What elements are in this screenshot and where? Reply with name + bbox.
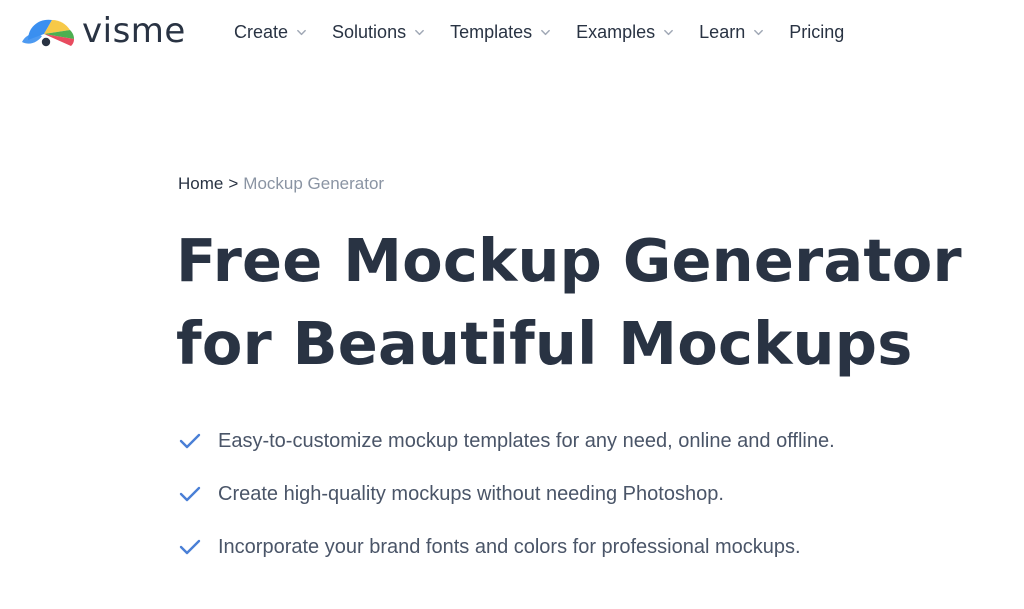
nav-solutions-label: Solutions [332, 22, 407, 42]
site-header: visme Create Solutions Templates Example… [0, 0, 1024, 64]
feature-text: Create high-quality mockups without need… [218, 483, 724, 505]
breadcrumb-home-link[interactable]: Home [178, 173, 223, 195]
nav-pricing[interactable]: Pricing [789, 20, 844, 44]
feature-item: Create high-quality mockups without need… [178, 479, 835, 509]
nav-learn[interactable]: Learn [699, 20, 764, 44]
nav-templates[interactable]: Templates [450, 20, 551, 44]
nav-templates-label: Templates [450, 22, 533, 42]
check-icon [179, 539, 201, 555]
feature-text: Incorporate your brand fonts and colors … [218, 536, 801, 558]
feature-item: Incorporate your brand fonts and colors … [178, 532, 835, 562]
nav-solutions[interactable]: Solutions [332, 20, 425, 44]
check-icon [179, 486, 201, 502]
breadcrumb: Home > Mockup Generator [178, 173, 384, 195]
nav-create-label: Create [234, 22, 289, 42]
nav-pricing-label: Pricing [789, 22, 845, 42]
feature-list: Easy-to-customize mockup templates for a… [178, 426, 835, 585]
chevron-down-icon [664, 29, 674, 36]
breadcrumb-current: Mockup Generator [243, 174, 385, 193]
chevron-down-icon [415, 29, 424, 36]
feature-item: Easy-to-customize mockup templates for a… [178, 426, 835, 456]
visme-logo[interactable]: visme [20, 11, 186, 52]
main-nav: Create Solutions Templates Examples Lear… [234, 20, 844, 44]
chevron-down-icon [297, 29, 306, 36]
check-icon [179, 433, 201, 449]
page-title-line-2: for Beautiful Mockups [176, 309, 913, 378]
page-title-line-1: Free Mockup Generator [176, 226, 962, 295]
chevron-down-icon [754, 29, 764, 36]
page-title: Free Mockup Generator for Beautiful Mock… [176, 219, 1016, 385]
breadcrumb-separator: > [228, 174, 239, 193]
visme-logo-icon [22, 19, 74, 47]
nav-examples-label: Examples [576, 22, 656, 42]
nav-learn-label: Learn [699, 22, 746, 42]
feature-text: Easy-to-customize mockup templates for a… [218, 430, 835, 452]
nav-examples[interactable]: Examples [576, 20, 674, 44]
chevron-down-icon [541, 29, 551, 36]
nav-create[interactable]: Create [234, 20, 307, 44]
visme-wordmark: visme [82, 11, 186, 51]
